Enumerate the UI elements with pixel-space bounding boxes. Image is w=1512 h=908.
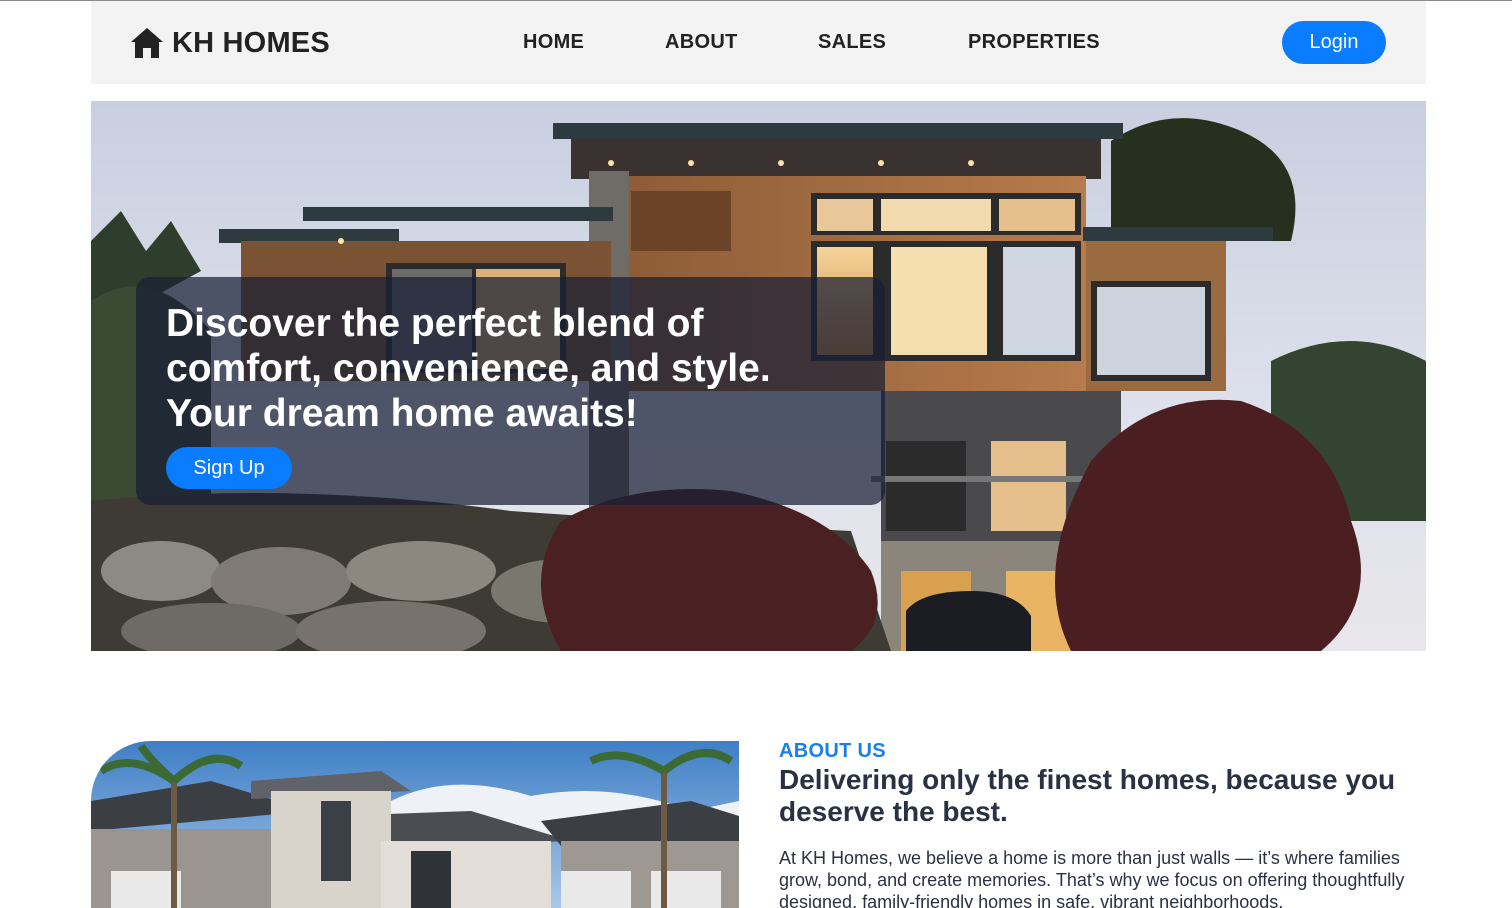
nav-home-link[interactable]: HOME — [523, 31, 584, 54]
nav-about-link[interactable]: ABOUT — [665, 31, 738, 54]
home-icon — [131, 28, 163, 58]
about-house-image — [91, 741, 739, 908]
navbar: KH HOMES HOME ABOUT SALES PROPERTIES Log… — [91, 1, 1426, 84]
about-body-text: At KH Homes, we believe a home is more t… — [779, 848, 1405, 908]
login-button[interactable]: Login — [1282, 21, 1386, 64]
nav-properties-link[interactable]: PROPERTIES — [968, 31, 1100, 54]
nav-sales-link[interactable]: SALES — [818, 31, 886, 54]
about-heading: Delivering only the finest homes, becaus… — [779, 764, 1396, 827]
about-eyebrow: ABOUT US — [779, 740, 886, 762]
brand-name: KH HOMES — [172, 26, 330, 59]
signup-button[interactable]: Sign Up — [166, 447, 292, 489]
about-house-photo — [91, 741, 739, 908]
brand-logo[interactable]: KH HOMES — [130, 25, 330, 61]
hero-headline: Discover the perfect blend of comfort, c… — [166, 302, 771, 435]
hero-section: Discover the perfect blend of comfort, c… — [91, 101, 1426, 651]
